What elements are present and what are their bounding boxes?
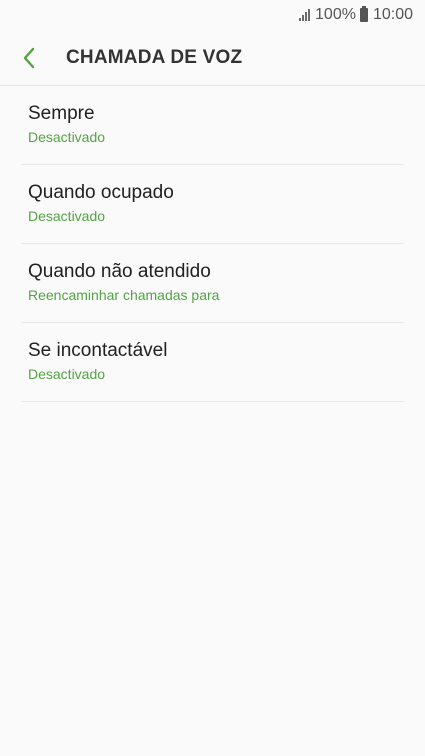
setting-item-se-incontactavel[interactable]: Se incontactável Desactivado xyxy=(21,323,404,402)
setting-item-quando-nao-atendido[interactable]: Quando não atendido Reencaminhar chamada… xyxy=(21,244,404,323)
signal-icon xyxy=(299,9,311,21)
setting-item-quando-ocupado[interactable]: Quando ocupado Desactivado xyxy=(21,165,404,244)
setting-label: Quando não atendido xyxy=(28,261,211,282)
status-bar: 100% 10:00 xyxy=(0,0,425,30)
settings-list: Sempre Desactivado Quando ocupado Desact… xyxy=(0,86,425,402)
setting-value: Reencaminhar chamadas para xyxy=(28,287,220,303)
setting-value: Desactivado xyxy=(28,129,106,145)
setting-label: Sempre xyxy=(28,103,95,124)
setting-value: Desactivado xyxy=(28,208,106,224)
setting-item-sempre[interactable]: Sempre Desactivado xyxy=(21,86,404,165)
page-title: CHAMADA DE VOZ xyxy=(66,46,243,68)
setting-label: Se incontactável xyxy=(28,340,168,361)
back-button[interactable] xyxy=(0,30,64,85)
battery-icon xyxy=(359,6,368,22)
chevron-left-icon xyxy=(23,47,35,68)
setting-value: Desactivado xyxy=(28,366,106,382)
setting-label: Quando ocupado xyxy=(28,182,174,203)
battery-percent: 100% xyxy=(315,6,356,23)
clock: 10:00 xyxy=(372,6,413,23)
app-bar: CHAMADA DE VOZ xyxy=(0,30,425,86)
